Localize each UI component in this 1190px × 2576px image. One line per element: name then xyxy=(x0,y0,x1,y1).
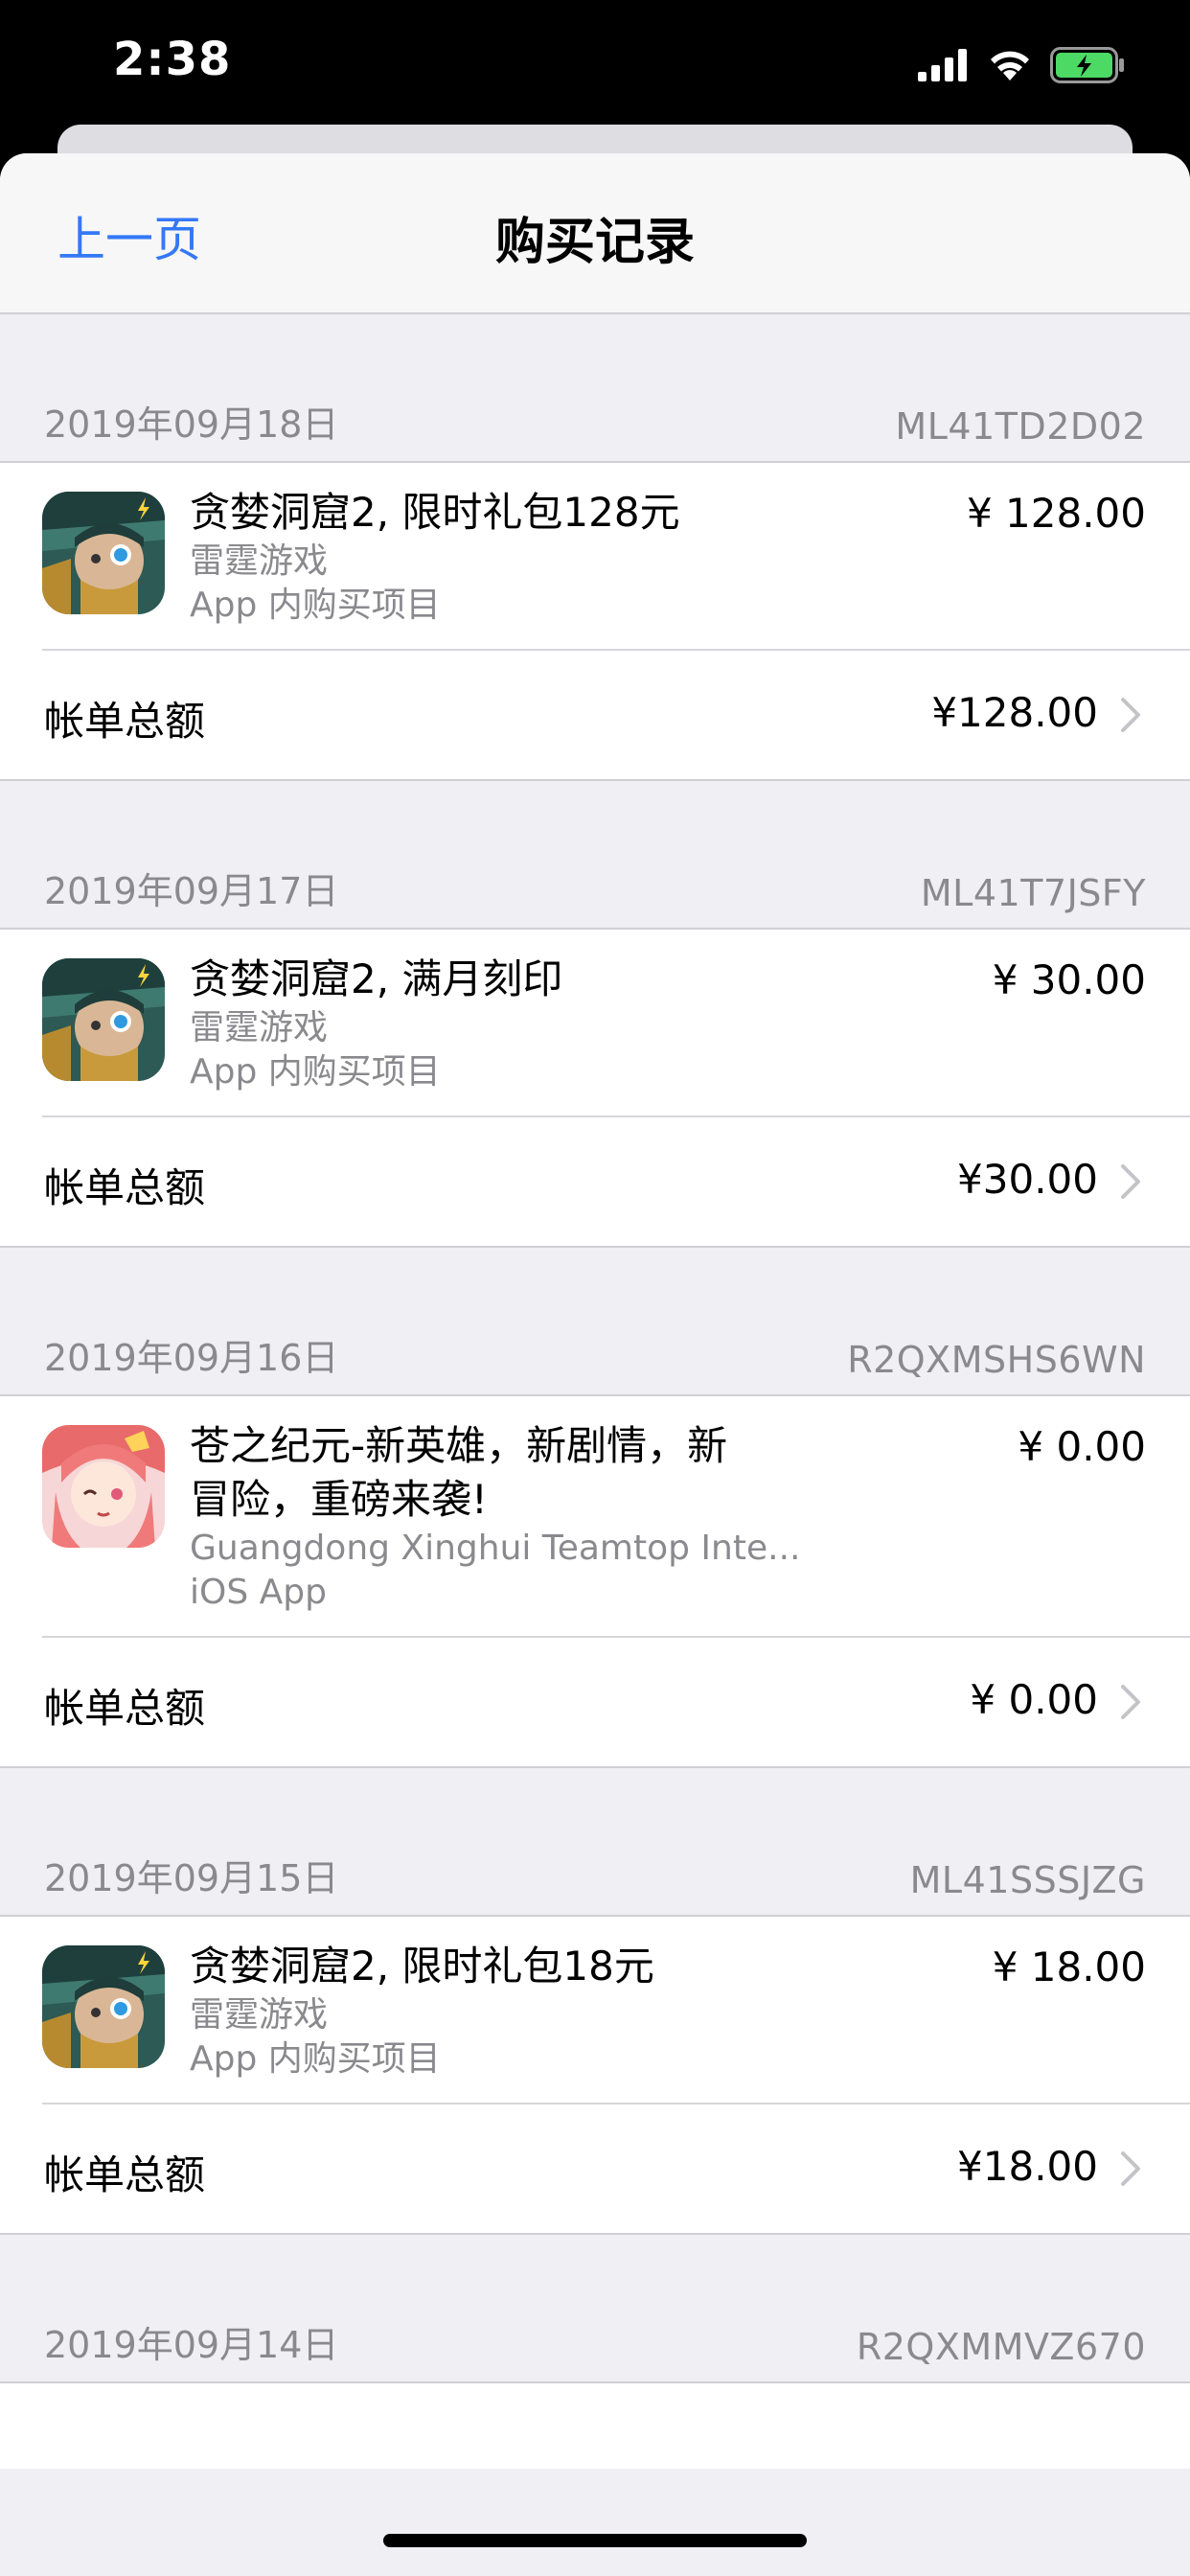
bill-total-label: 帐单总额 xyxy=(44,1685,206,1732)
item-title: 贪婪洞窟2, 限时礼包18元 xyxy=(190,1943,654,1990)
chevron-right-icon xyxy=(1121,1685,1140,1719)
navigation-bar: 上一页 购买记录 xyxy=(0,153,1190,314)
bill-total-row[interactable]: 帐单总额 ¥30.00 xyxy=(0,1117,1190,1246)
item-details: 贪婪洞窟2, 满月刻印 雷霆游戏 App 内购买项目 xyxy=(190,953,822,1094)
game-icon-tanlou xyxy=(42,958,165,1081)
purchase-item[interactable]: 苍之纪元-新英雄，新剧情，新 冒险，重磅来袭! Guangdong Xinghu… xyxy=(42,1396,1190,1638)
purchase-item[interactable]: 贪婪洞窟2, 限时礼包128元 雷霆游戏 App 内购买项目 ¥ 128.00 xyxy=(42,463,1190,651)
item-type: App 内购买项目 xyxy=(190,1052,441,1092)
order-id: ML41TD2D02 xyxy=(895,405,1146,448)
item-developer: 雷霆游戏 xyxy=(190,1995,329,2035)
back-button[interactable]: 上一页 xyxy=(57,201,201,270)
item-details: 贪婪洞窟2, 限时礼包18元 雷霆游戏 App 内购买项目 xyxy=(190,1940,822,2082)
item-type: App 内购买项目 xyxy=(190,586,441,625)
purchase-section: 2019年09月14日 R2QXMMVZ670 xyxy=(0,2235,1190,2500)
purchase-section: 2019年09月18日 ML41TD2D02 贪婪洞窟2, 限时礼包128元 雷… xyxy=(0,314,1190,781)
item-price: ¥ 0.00 xyxy=(1018,1423,1146,1470)
status-bar: 2:38 xyxy=(0,0,1190,125)
item-type: iOS App xyxy=(190,1573,327,1612)
item-price: ¥ 18.00 xyxy=(992,1944,1146,1990)
chevron-right-icon xyxy=(1121,698,1140,732)
order-id: ML41SSSJZG xyxy=(909,1859,1146,1901)
item-price: ¥ 128.00 xyxy=(966,490,1146,537)
bottom-area xyxy=(0,2469,1190,2576)
battery-charging-icon xyxy=(1050,47,1124,83)
status-icons xyxy=(918,46,1127,84)
item-title-line2: 冒险，重磅来袭! xyxy=(190,1476,488,1523)
purchase-list: 2019年09月18日 ML41TD2D02 贪婪洞窟2, 限时礼包128元 雷… xyxy=(0,314,1190,2500)
order-id: ML41T7JSFY xyxy=(920,872,1146,914)
section-header: 2019年09月14日 R2QXMMVZ670 xyxy=(0,2235,1190,2381)
purchase-history-sheet: 上一页 购买记录 2019年09月18日 ML41TD2D02 贪婪洞窟2, 限… xyxy=(0,153,1190,2576)
bill-total-value: ¥18.00 xyxy=(957,2143,1098,2190)
bill-total-label: 帐单总额 xyxy=(44,1164,206,1211)
item-developer: Guangdong Xinghui Teamtop Inte... xyxy=(190,1529,801,1568)
section-header: 2019年09月15日 ML41SSSJZG xyxy=(0,1768,1190,1915)
home-indicator[interactable] xyxy=(383,2534,807,2547)
bill-total-value: ¥30.00 xyxy=(957,1156,1098,1203)
purchase-date: 2019年09月14日 xyxy=(44,2324,339,2366)
section-body: 贪婪洞窟2, 限时礼包18元 雷霆游戏 App 内购买项目 ¥ 18.00 帐单… xyxy=(0,1915,1190,2235)
purchase-section: 2019年09月15日 ML41SSSJZG 贪婪洞窟2, 限时礼包18元 雷霆… xyxy=(0,1768,1190,2235)
purchase-section: 2019年09月16日 R2QXMSHS6WN 苍之纪元-新英雄，新剧情，新 冒… xyxy=(0,1248,1190,1768)
game-icon-cangzhijiyuan xyxy=(42,1425,165,1548)
order-id: R2QXMSHS6WN xyxy=(847,1339,1146,1381)
purchase-item[interactable]: 贪婪洞窟2, 限时礼包18元 雷霆游戏 App 内购买项目 ¥ 18.00 xyxy=(42,1917,1190,2104)
game-icon-tanlou xyxy=(42,492,165,614)
bill-total-value: ¥128.00 xyxy=(931,689,1098,736)
bill-total-label: 帐单总额 xyxy=(44,698,206,745)
item-price: ¥ 30.00 xyxy=(992,956,1146,1003)
section-header: 2019年09月18日 ML41TD2D02 xyxy=(0,314,1190,461)
cellular-signal-icon xyxy=(918,49,967,81)
purchase-date: 2019年09月15日 xyxy=(44,1857,339,1899)
purchase-date: 2019年09月16日 xyxy=(44,1337,339,1379)
item-title-line1: 苍之纪元-新英雄，新剧情，新 xyxy=(190,1422,728,1469)
item-details: 苍之纪元-新英雄，新剧情，新 冒险，重磅来袭! Guangdong Xinghu… xyxy=(190,1419,822,1615)
bill-total-row[interactable]: 帐单总额 ¥128.00 xyxy=(0,651,1190,779)
bill-total-row[interactable]: 帐单总额 ¥ 0.00 xyxy=(0,1638,1190,1766)
item-type: App 内购买项目 xyxy=(190,2039,441,2079)
purchase-date: 2019年09月17日 xyxy=(44,870,339,912)
bill-total-value: ¥ 0.00 xyxy=(970,1676,1098,1723)
section-body: 苍之纪元-新英雄，新剧情，新 冒险，重磅来袭! Guangdong Xinghu… xyxy=(0,1394,1190,1768)
order-id: R2QXMMVZ670 xyxy=(856,2326,1146,2368)
purchase-date: 2019年09月18日 xyxy=(44,403,339,446)
game-icon-tanlou xyxy=(42,1945,165,2068)
bill-total-label: 帐单总额 xyxy=(44,2151,206,2198)
section-body: 贪婪洞窟2, 满月刻印 雷霆游戏 App 内购买项目 ¥ 30.00 帐单总额 … xyxy=(0,928,1190,1248)
section-body: 贪婪洞窟2, 限时礼包128元 雷霆游戏 App 内购买项目 ¥ 128.00 … xyxy=(0,461,1190,781)
item-developer: 雷霆游戏 xyxy=(190,1008,329,1047)
wifi-icon xyxy=(991,51,1029,80)
bill-total-row[interactable]: 帐单总额 ¥18.00 xyxy=(0,2104,1190,2233)
item-developer: 雷霆游戏 xyxy=(190,541,329,581)
purchase-item[interactable]: 贪婪洞窟2, 满月刻印 雷霆游戏 App 内购买项目 ¥ 30.00 xyxy=(42,930,1190,1117)
purchase-section: 2019年09月17日 ML41T7JSFY 贪婪洞窟2, 满月刻印 雷霆游戏 … xyxy=(0,781,1190,1248)
section-header: 2019年09月16日 R2QXMSHS6WN xyxy=(0,1248,1190,1394)
item-details: 贪婪洞窟2, 限时礼包128元 雷霆游戏 App 内购买项目 xyxy=(190,486,822,628)
chevron-right-icon xyxy=(1121,1164,1140,1199)
chevron-right-icon xyxy=(1121,2151,1140,2186)
section-header: 2019年09月17日 ML41T7JSFY xyxy=(0,781,1190,928)
item-title: 贪婪洞窟2, 满月刻印 xyxy=(190,955,563,1002)
item-title: 贪婪洞窟2, 限时礼包128元 xyxy=(190,489,680,536)
status-time: 2:38 xyxy=(113,33,232,86)
